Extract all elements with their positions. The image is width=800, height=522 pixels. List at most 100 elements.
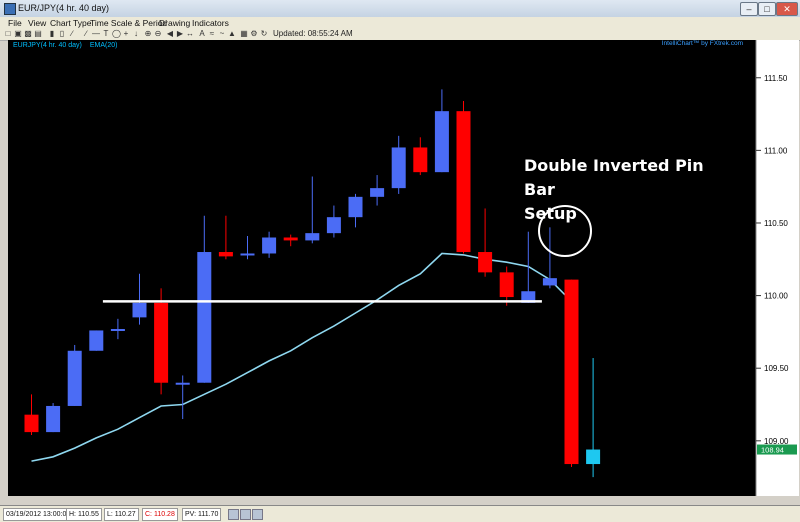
setup-annotation: Double Inverted Pin Bar Setup [524, 154, 724, 226]
annotation-line-1: Double Inverted Pin Bar [524, 156, 704, 199]
time-tick-label: 17:00 [514, 489, 536, 498]
minimize-button[interactable]: – [740, 2, 758, 16]
last-price-label: 108.94 [761, 446, 784, 455]
arrow-down-icon[interactable]: ↓ [132, 30, 140, 38]
menu-drawing[interactable]: Drawing [159, 18, 190, 28]
window-title: EUR/JPY(4 hr. 40 day) [18, 3, 110, 13]
refresh-icon[interactable]: ↻ [260, 30, 268, 38]
candle-body [262, 237, 277, 254]
time-tick-label: 13:00 [105, 489, 127, 498]
time-tick-label: 05:00 [192, 489, 214, 498]
menu-time-scale[interactable]: Time Scale & Period [90, 18, 167, 28]
time-axis: 21:00 05:00 13:00 21:00 05:00 13:00 21:00 05:00… [8, 488, 758, 502]
price-tick-label: 110.50 [764, 219, 788, 228]
time-tick-label: 13:00 17:00 [363, 489, 407, 498]
chart-area[interactable]: EURJPY(4 hr. 40 day) EMA(20) IntelliChar… [8, 40, 799, 496]
crosshair-icon[interactable]: + [122, 30, 130, 38]
candle-body [348, 196, 363, 218]
candle-body [305, 233, 320, 241]
candle-body [326, 217, 341, 234]
price-tick-label: 110.00 [764, 292, 788, 301]
time-tick-label: 21:00 [665, 489, 687, 498]
status-low: L: 110.27 [104, 508, 139, 521]
close-button[interactable]: ✕ [776, 2, 798, 16]
candle-body [391, 147, 406, 189]
time-tick-label: 09:00 [471, 489, 493, 498]
menu-chart-type[interactable]: Chart Type [50, 18, 91, 28]
new-icon[interactable]: □ [4, 30, 12, 38]
time-tick-label: 13:00 [235, 489, 257, 498]
trendline-icon[interactable]: ∕ [82, 30, 90, 38]
volume-icon[interactable]: ▲ [228, 30, 236, 38]
candle-body [564, 279, 579, 465]
price-chart: 111.50 111.00 110.50 110.00 109.50 109.00108.… [24, 40, 799, 496]
save-icon[interactable]: ▩ [24, 30, 32, 38]
candle-body [586, 449, 601, 465]
circle-icon[interactable]: ◯ [112, 30, 121, 38]
candle-body [132, 302, 147, 318]
status-bar: 03/19/2012 13:00:00 H: 110.55 L: 110.27 … [0, 505, 800, 522]
candle-body [283, 237, 298, 241]
time-tick-label: 21:00 [278, 489, 300, 498]
candle-body [499, 272, 514, 298]
time-tick-label: 01:00 [557, 489, 579, 498]
price-tick-label: 109.00 [764, 437, 789, 446]
candle-body [240, 253, 255, 256]
text-icon[interactable]: T [102, 30, 110, 38]
price-tick-label: 111.00 [764, 146, 788, 155]
price-tick-label: 109.50 [764, 364, 789, 373]
candle-body [110, 328, 125, 331]
candle-body [542, 278, 557, 286]
status-tool-icon[interactable] [240, 509, 251, 520]
scroll-right-icon[interactable]: ▶ [176, 30, 184, 38]
indicator-icon[interactable]: ≈ [208, 30, 216, 38]
hline-icon[interactable]: — [92, 30, 100, 38]
annotation-line-2: Setup [524, 204, 577, 223]
grid-icon[interactable]: ▦ [240, 30, 248, 38]
candle-body [175, 382, 190, 385]
status-date: 03/19/2012 13:00:00 [3, 508, 74, 521]
time-tick-label: 13:00 [622, 489, 644, 498]
line-chart-icon[interactable]: ∕ [68, 30, 76, 38]
title-bar: EUR/JPY(4 hr. 40 day) – □ ✕ [0, 0, 800, 18]
status-tool-icon[interactable] [228, 509, 239, 520]
wave-icon[interactable]: ~ [218, 30, 226, 38]
app-icon [4, 3, 16, 15]
zoom-out-icon[interactable]: ⊖ [154, 30, 162, 38]
open-icon[interactable]: ▣ [14, 30, 22, 38]
candle-body [89, 330, 104, 351]
candle-body [478, 252, 493, 273]
candle-body [197, 252, 212, 383]
candle-body [413, 147, 428, 173]
menu-file[interactable]: File [8, 18, 22, 28]
candle-body [370, 188, 385, 197]
font-icon[interactable]: A [198, 30, 206, 38]
menu-indicators[interactable]: Indicators [192, 18, 229, 28]
candle-body [154, 302, 169, 383]
ema-line [31, 252, 573, 462]
candle-body [434, 111, 449, 173]
time-tick-label: 05:00 [62, 489, 84, 498]
bar-chart-icon[interactable]: ▮ [48, 30, 56, 38]
menu-view[interactable]: View [28, 18, 46, 28]
time-tick-label: 21:00 [18, 489, 40, 498]
updated-time: Updated: 08:55:24 AM [273, 29, 353, 38]
status-tool-icon[interactable] [252, 509, 263, 520]
zoom-in-icon[interactable]: ⊕ [144, 30, 152, 38]
maximize-button[interactable]: □ [758, 2, 776, 16]
time-tick-label: 05:00 [322, 489, 344, 498]
candle-icon[interactable]: ▯ [58, 30, 66, 38]
pan-icon[interactable]: ↔ [186, 30, 194, 38]
properties-icon[interactable]: ⚙ [250, 30, 258, 38]
print-icon[interactable]: ▤ [34, 30, 42, 38]
menu-bar: File View Chart Type Time Scale & Period… [0, 17, 800, 29]
candle-body [218, 252, 233, 257]
candle-body [46, 405, 61, 433]
price-tick-label: 111.50 [764, 74, 788, 83]
candle-body [67, 350, 82, 406]
scroll-left-icon[interactable]: ◀ [166, 30, 174, 38]
candle-body [24, 414, 39, 433]
status-high: H: 110.55 [66, 508, 102, 521]
price-axis [756, 40, 799, 496]
status-pv: PV: 111.70 [182, 508, 222, 521]
